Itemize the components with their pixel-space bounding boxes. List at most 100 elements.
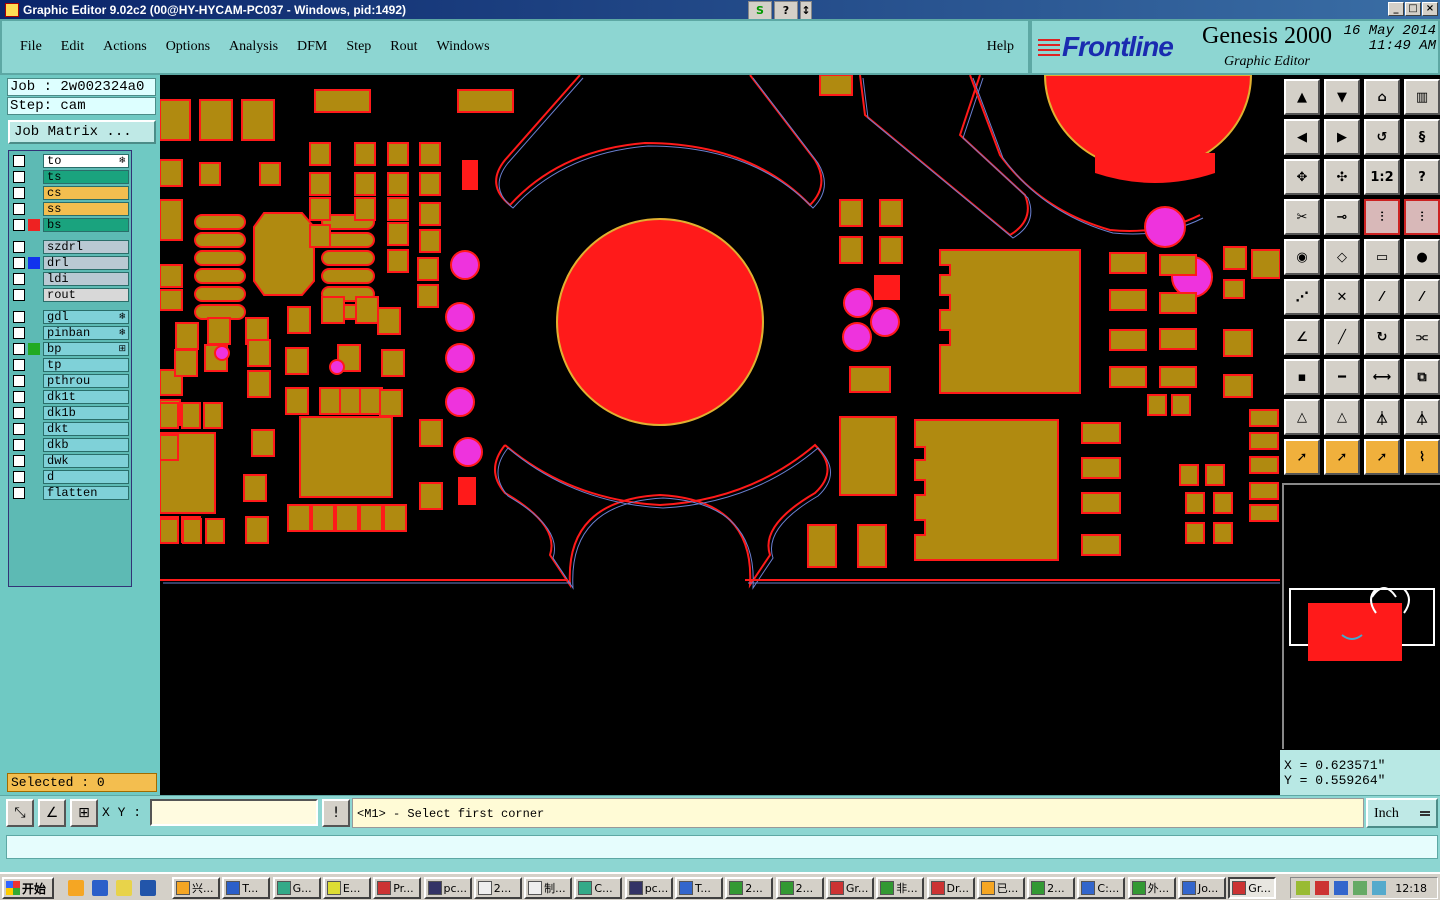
layer-row-dk1t[interactable]: dk1t xyxy=(11,389,129,404)
pan-left-icon[interactable]: ◀ xyxy=(1284,119,1320,155)
layer-row-gdl[interactable]: gdl ❄ xyxy=(11,309,129,324)
layer-row-dkt[interactable]: dkt xyxy=(11,421,129,436)
cross-icon[interactable]: ✕ xyxy=(1324,279,1360,315)
center-icon[interactable]: ✣ xyxy=(1324,159,1360,195)
layer-row-tp[interactable]: tp xyxy=(11,357,129,372)
layer-name[interactable]: d xyxy=(43,469,129,484)
quicklaunch-icon-3[interactable] xyxy=(116,880,132,896)
layer-checkbox[interactable] xyxy=(13,390,25,403)
route-icon[interactable]: ⌇ xyxy=(1404,439,1440,475)
layer-checkbox[interactable] xyxy=(13,154,25,167)
taskbar-item[interactable]: 2... xyxy=(473,877,522,899)
fit-icon[interactable]: ✥ xyxy=(1284,159,1320,195)
pcb-drawing[interactable] xyxy=(160,75,1280,795)
pan-right-icon[interactable]: ▶ xyxy=(1324,119,1360,155)
layer-name[interactable]: dwk xyxy=(43,453,129,468)
layer-name[interactable]: drl xyxy=(43,255,129,270)
minimize-button[interactable]: _ xyxy=(1388,2,1404,16)
graphic-canvas[interactable] xyxy=(160,75,1280,795)
pointer-box-icon[interactable]: ➚ xyxy=(1324,439,1360,475)
s-tool-button[interactable]: S xyxy=(748,1,772,20)
layer-row-szdrl[interactable]: szdrl xyxy=(11,239,129,254)
taskbar-item[interactable]: C:... xyxy=(1077,877,1126,899)
redraw-icon[interactable]: § xyxy=(1404,119,1440,155)
tray-icon-2[interactable] xyxy=(1315,881,1329,895)
dash-icon[interactable]: ━ xyxy=(1324,359,1360,395)
layer-name[interactable]: cs xyxy=(43,185,129,200)
menu-options[interactable]: Options xyxy=(166,39,210,55)
ruler-icon[interactable]: ▭ xyxy=(1364,239,1400,275)
layer-row-pthrou[interactable]: pthrou xyxy=(11,373,129,388)
taskbar-item[interactable]: 2... xyxy=(725,877,774,899)
taskbar-item[interactable]: C... xyxy=(574,877,623,899)
layer-checkbox[interactable] xyxy=(13,240,25,253)
layer-row-dwk[interactable]: dwk xyxy=(11,453,129,468)
layer-row-bp[interactable]: bp ⊞ xyxy=(11,341,129,356)
layer-name[interactable]: to ❄ xyxy=(43,153,129,168)
layer-row-ts[interactable]: ts xyxy=(11,169,129,184)
layer-checkbox[interactable] xyxy=(13,470,25,483)
taskbar-item[interactable]: E... xyxy=(322,877,371,899)
layer-row-ss[interactable]: ss xyxy=(11,201,129,216)
layer-name[interactable]: szdrl xyxy=(43,239,129,254)
point-icon[interactable]: ▪ xyxy=(1284,359,1320,395)
undo-zoom-icon[interactable]: ↺ xyxy=(1364,119,1400,155)
layer-checkbox[interactable] xyxy=(13,438,25,451)
layer-checkbox[interactable] xyxy=(13,342,25,355)
layer-checkbox[interactable] xyxy=(13,186,25,199)
menu-edit[interactable]: Edit xyxy=(61,39,84,55)
layer-name[interactable]: dk1t xyxy=(43,389,129,404)
triangle-icon[interactable]: △ xyxy=(1284,399,1320,435)
scroll-tool-button[interactable]: ↕ xyxy=(800,1,812,20)
layer-name[interactable]: ldi xyxy=(43,271,129,286)
via-icon[interactable]: ● xyxy=(1404,239,1440,275)
tray-icon-4[interactable] xyxy=(1353,881,1367,895)
taskbar-item[interactable]: G... xyxy=(272,877,321,899)
tray-icon-5[interactable] xyxy=(1372,881,1386,895)
menu-windows[interactable]: Windows xyxy=(437,39,490,55)
taskbar-item[interactable]: 外... xyxy=(1127,877,1176,899)
arc-icon[interactable]: ↻ xyxy=(1364,319,1400,355)
line-dot-icon[interactable]: ⁄ xyxy=(1364,279,1400,315)
quicklaunch-icon-1[interactable] xyxy=(68,880,84,896)
menu-rout[interactable]: Rout xyxy=(390,39,417,55)
layer-name[interactable]: bp ⊞ xyxy=(43,341,129,356)
layer-name[interactable]: dkt xyxy=(43,421,129,436)
menu-file[interactable]: File xyxy=(20,39,42,55)
layer-name[interactable]: pinban ❄ xyxy=(43,325,129,340)
layer-name[interactable]: tp xyxy=(43,357,129,372)
layer-flow-icon[interactable]: ⫶ xyxy=(1364,199,1400,235)
menu-help[interactable]: Help xyxy=(987,39,1014,55)
info-icon[interactable]: ! xyxy=(322,799,350,827)
layer-row-pinban[interactable]: pinban ❄ xyxy=(11,325,129,340)
line-dot-alt-icon[interactable]: ⁄ xyxy=(1404,279,1440,315)
layer-checkbox[interactable] xyxy=(13,374,25,387)
taskbar-item[interactable]: Dr... xyxy=(926,877,975,899)
help-query-icon[interactable]: ? xyxy=(1404,159,1440,195)
taskbar-item[interactable]: 2... xyxy=(1027,877,1076,899)
taskbar-item[interactable]: 非... xyxy=(876,877,925,899)
close-button[interactable]: × xyxy=(1422,2,1438,16)
zoom-area-icon[interactable]: ⤡ xyxy=(6,799,34,827)
layer-row-drl[interactable]: drl xyxy=(11,255,129,270)
maximize-button[interactable]: □ xyxy=(1405,2,1421,16)
triangle-alt-icon[interactable]: △ xyxy=(1324,399,1360,435)
taskbar-item[interactable]: Gr... xyxy=(1228,877,1277,899)
angle-icon[interactable]: ∠ xyxy=(1284,319,1320,355)
connect-icon[interactable]: ⋰ xyxy=(1284,279,1320,315)
layer-row-cs[interactable]: cs xyxy=(11,185,129,200)
unit-selector[interactable]: Inch xyxy=(1366,798,1438,828)
help-tool-button[interactable]: ? xyxy=(774,1,798,20)
trace-alt-icon[interactable]: ⏃ xyxy=(1404,399,1440,435)
menu-dfm[interactable]: DFM xyxy=(297,39,327,55)
taskbar-item[interactable]: Pr... xyxy=(373,877,422,899)
taskbar-item[interactable]: 已... xyxy=(976,877,1025,899)
menu-actions[interactable]: Actions xyxy=(103,39,147,55)
layer-row-d[interactable]: d xyxy=(11,469,129,484)
measure-box-icon[interactable]: ⟷ xyxy=(1364,359,1400,395)
layer-checkbox[interactable] xyxy=(13,486,25,499)
layer-stack-icon[interactable]: ⫶ xyxy=(1404,199,1440,235)
layer-row-dkb[interactable]: dkb xyxy=(11,437,129,452)
measure-icon[interactable]: ∠ xyxy=(38,799,66,827)
layer-checkbox[interactable] xyxy=(13,310,25,323)
